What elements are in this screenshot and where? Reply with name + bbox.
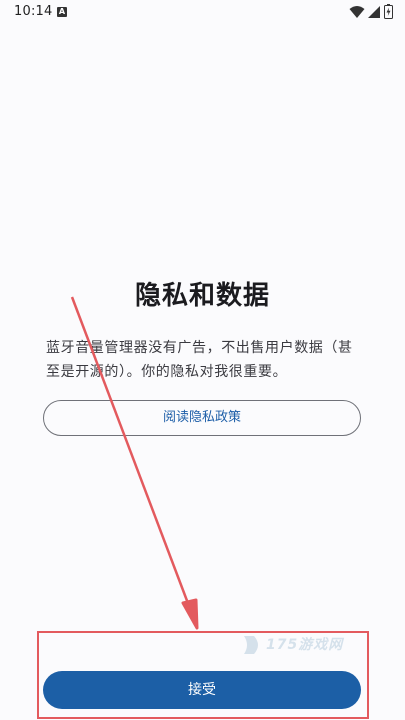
page-title: 隐私和数据: [134, 281, 270, 311]
notification-a-icon: A: [57, 7, 67, 17]
privacy-description: 蓝牙音量管理器没有广告，不出售用户数据（甚至是开源的）。你的隐私对我很重要。: [46, 340, 353, 380]
watermark-text: 175游戏网: [266, 637, 344, 653]
wifi-icon: [349, 6, 365, 18]
battery-icon: [384, 4, 393, 19]
status-time: 10:14: [14, 4, 53, 19]
status-bar: 10:14 A: [0, 0, 405, 26]
privacy-screen: 10:14 A 隐私和数据 蓝牙音量管理器没有广告，不出售用户数据（甚至是开源的…: [0, 0, 405, 720]
signal-icon: [368, 6, 380, 18]
watermark-logo-icon: [244, 636, 258, 654]
read-privacy-policy-button[interactable]: 阅读隐私政策: [43, 400, 361, 436]
watermark: 175游戏网: [238, 632, 360, 658]
accept-button[interactable]: 接受: [43, 671, 361, 709]
